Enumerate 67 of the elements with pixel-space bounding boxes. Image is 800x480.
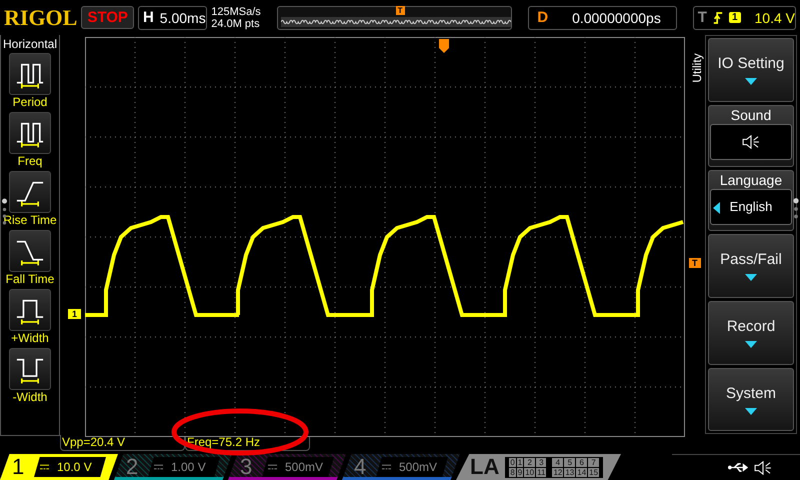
measure-label: +Width xyxy=(11,331,49,346)
digital-channel-indicator: 14 xyxy=(576,468,588,476)
measure-button[interactable] xyxy=(9,171,51,214)
digital-channel-indicator: 2 xyxy=(524,458,536,466)
menu-button[interactable]: System xyxy=(708,368,794,432)
menu-button[interactable]: Pass/Fail xyxy=(708,234,794,298)
menu-label: Sound xyxy=(730,106,772,124)
logic-analyzer-tab[interactable]: LA 0 1 2 3 4 5 6 7 8 9 10 11 12 13 14 15 xyxy=(456,454,621,480)
digital-channel-indicator: 15 xyxy=(588,468,600,476)
measure-button[interactable] xyxy=(9,112,51,154)
caret-icon xyxy=(745,408,757,414)
trigger-display[interactable]: T 1 10.4 V xyxy=(692,6,796,30)
run-state[interactable]: STOP xyxy=(81,6,134,30)
menu-title: Utility xyxy=(690,52,704,85)
digital-channel-indicator: 4 xyxy=(552,458,564,466)
language-selector[interactable]: English xyxy=(710,188,792,225)
speaker-icon xyxy=(754,460,772,474)
left-arrow-icon xyxy=(713,202,720,214)
measure-label: Freq xyxy=(18,154,42,170)
caret-icon xyxy=(745,274,757,282)
measure-label: -Width xyxy=(12,390,48,406)
digital-channel-indicator: 1 xyxy=(516,458,524,466)
measure-button[interactable] xyxy=(9,348,51,390)
digital-channel-indicator: 9 xyxy=(516,468,524,476)
speaker-icon xyxy=(742,134,760,149)
trigger-position-marker: T xyxy=(396,6,405,15)
measure-button[interactable] xyxy=(9,230,51,272)
sound-toggle[interactable] xyxy=(710,124,792,160)
digital-channel-indicator: 5 xyxy=(564,458,576,466)
digital-channel-indicator: 13 xyxy=(564,468,576,476)
brand-logo: RIGOL xyxy=(4,4,78,31)
dc-coupling-icon xyxy=(268,464,277,470)
digital-channel-indicator: 12 xyxy=(552,468,564,476)
delay-display[interactable]: D 0.00000000ps xyxy=(528,6,677,30)
menu-title: Horizontal xyxy=(2,37,58,52)
measurement-readout: Vpp=20.4 V xyxy=(60,435,185,452)
rising-edge-icon xyxy=(712,10,723,25)
caret-icon xyxy=(745,340,757,348)
page-indicator-icon xyxy=(793,197,799,222)
channel-tab[interactable]: 1 10.0 V xyxy=(0,454,118,480)
channel-tab[interactable]: 2 1.00 V xyxy=(114,454,232,480)
menu-button[interactable]: Record xyxy=(708,301,794,365)
caret-icon xyxy=(745,78,757,86)
digital-channel-indicator: 8 xyxy=(509,468,516,476)
digital-channel-indicator: 6 xyxy=(576,458,588,466)
timebase-display[interactable]: H 5.00ms xyxy=(138,6,208,30)
sample-rate: 125MSa/s xyxy=(211,6,262,18)
trigger-level-marker[interactable]: T xyxy=(689,258,700,268)
dc-coupling-icon xyxy=(382,464,391,470)
measure-button[interactable] xyxy=(9,53,51,96)
menu-label: Language xyxy=(720,170,782,189)
channel-marker[interactable]: 1 xyxy=(68,309,82,320)
digital-channel-indicator: 10 xyxy=(524,468,536,476)
measure-label: Fall Time xyxy=(6,272,54,288)
menu-button[interactable]: IO Setting xyxy=(708,38,794,102)
digital-channel-indicator: 0 xyxy=(509,458,516,466)
measure-button[interactable] xyxy=(9,289,51,332)
dc-coupling-icon xyxy=(154,464,163,470)
trigger-position-icon xyxy=(439,39,449,54)
usb-icon xyxy=(728,462,748,473)
digital-channel-indicator: 3 xyxy=(536,458,546,466)
memory-depth: 24.0M pts xyxy=(211,18,261,30)
channel-tab[interactable]: 3 500mV xyxy=(228,454,346,480)
digital-channel-indicator: 11 xyxy=(536,468,546,476)
measure-label: Period xyxy=(12,95,48,110)
dc-coupling-icon xyxy=(40,464,49,470)
digital-channel-indicator: 7 xyxy=(588,458,600,466)
